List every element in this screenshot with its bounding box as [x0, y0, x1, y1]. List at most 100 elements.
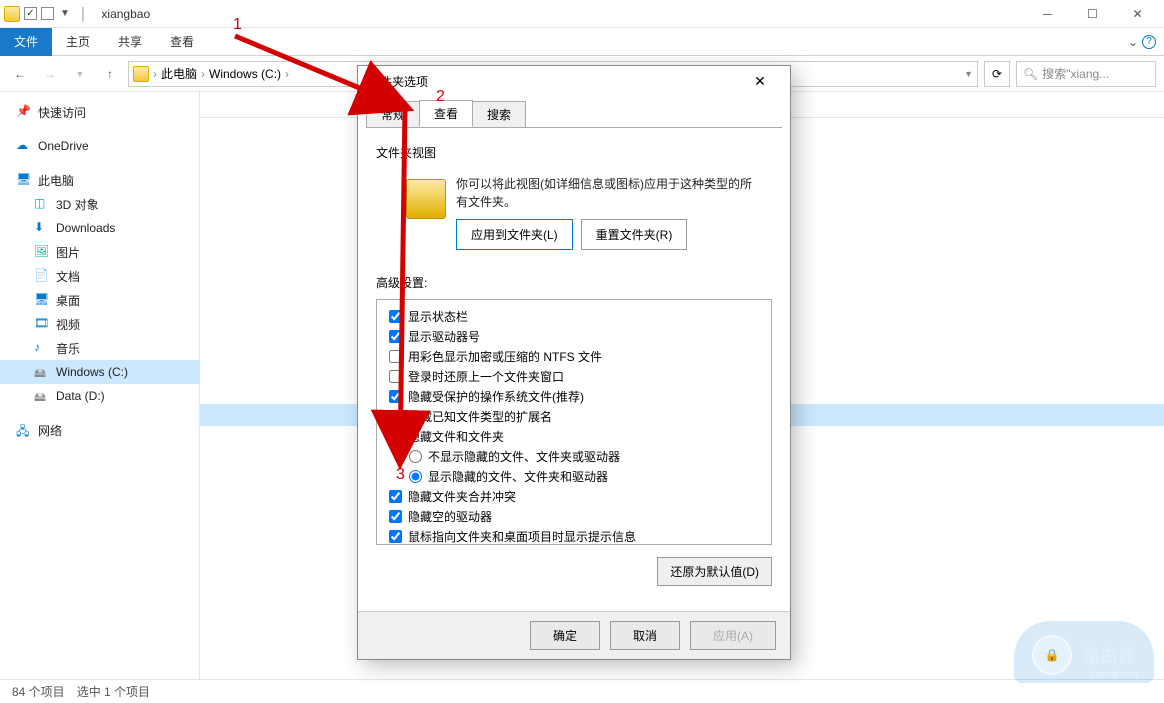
- checkbox[interactable]: [389, 530, 402, 543]
- sidebar-item-label: 音乐: [56, 340, 80, 357]
- nav-forward-button[interactable]: →: [38, 62, 62, 86]
- advanced-settings-tree[interactable]: 显示状态栏显示驱动器号用彩色显示加密或压缩的 NTFS 文件登录时还原上一个文件…: [376, 299, 772, 545]
- status-selected-count: 选中 1 个项目: [77, 683, 150, 700]
- settings-option[interactable]: 用彩色显示加密或压缩的 NTFS 文件: [385, 346, 763, 366]
- ribbon-tab-share[interactable]: 共享: [104, 28, 156, 56]
- breadcrumb[interactable]: 此电脑: [157, 65, 201, 82]
- settings-option[interactable]: 显示状态栏: [385, 306, 763, 326]
- ribbon-tab-home[interactable]: 主页: [52, 28, 104, 56]
- watermark: 🔒 路由器 juyouqi.com: [1014, 621, 1154, 683]
- search-placeholder: 搜索"xiang...: [1042, 65, 1109, 82]
- checkbox[interactable]: [389, 390, 402, 403]
- status-bar: 84 个项目 选中 1 个项目: [0, 679, 1164, 703]
- sidebar-item-label: 视频: [56, 316, 80, 333]
- refresh-button[interactable]: ⟳: [984, 61, 1010, 87]
- sidebar-item-documents[interactable]: 📄文档: [0, 264, 199, 288]
- ribbon-tab-view[interactable]: 查看: [156, 28, 208, 56]
- checkbox[interactable]: [389, 370, 402, 383]
- sidebar-item-label: Windows (C:): [56, 365, 128, 379]
- dialog-tab-view[interactable]: 查看: [419, 100, 473, 127]
- checkbox[interactable]: [389, 510, 402, 523]
- checkbox[interactable]: [389, 490, 402, 503]
- sidebar-item-label: Data (D:): [56, 389, 105, 403]
- radio[interactable]: [409, 450, 422, 463]
- option-label: 显示状态栏: [408, 308, 468, 325]
- pc-icon: 🖥: [16, 172, 32, 188]
- sidebar-item-network[interactable]: 🖧网络: [0, 418, 199, 442]
- drive-icon: 🖴: [34, 388, 50, 404]
- settings-option[interactable]: 登录时还原上一个文件夹窗口: [385, 366, 763, 386]
- dialog-title-bar[interactable]: 文件夹选项 ✕: [358, 66, 790, 96]
- settings-option[interactable]: 鼠标指向文件夹和桌面项目时显示提示信息: [385, 526, 763, 545]
- sidebar-item-drive-d[interactable]: 🖴 Data (D:): [0, 384, 199, 408]
- close-button[interactable]: ✕: [1115, 0, 1160, 28]
- picture-icon: 🖼: [34, 244, 50, 260]
- dialog-tab-search[interactable]: 搜索: [472, 101, 526, 128]
- music-icon: ♪: [34, 340, 50, 356]
- settings-option[interactable]: 隐藏已知文件类型的扩展名: [385, 406, 763, 426]
- settings-option[interactable]: 显示驱动器号: [385, 326, 763, 346]
- option-label: 隐藏文件和文件夹: [408, 428, 504, 445]
- video-icon: 🎞: [34, 316, 50, 332]
- sidebar-item-pc[interactable]: 🖥 此电脑: [0, 168, 199, 192]
- settings-option[interactable]: 隐藏空的驱动器: [385, 506, 763, 526]
- checkbox[interactable]: [389, 410, 402, 423]
- sidebar-item-label: 3D 对象: [56, 196, 99, 213]
- search-input[interactable]: 🔍︎ 搜索"xiang...: [1016, 61, 1156, 87]
- chevron-right-icon[interactable]: ›: [285, 67, 289, 81]
- sidebar-item-music[interactable]: ♪ 音乐: [0, 336, 199, 360]
- nav-up-button[interactable]: ↑: [98, 62, 122, 86]
- sidebar-item-label: 此电脑: [38, 172, 74, 189]
- sidebar-item-downloads[interactable]: ⬇Downloads: [0, 216, 199, 240]
- apply-button[interactable]: 应用(A): [690, 621, 776, 650]
- checkbox[interactable]: [389, 350, 402, 363]
- settings-option[interactable]: 隐藏文件夹合并冲突: [385, 486, 763, 506]
- qat-prop-checkbox[interactable]: [24, 7, 37, 20]
- ok-button[interactable]: 确定: [530, 621, 600, 650]
- sidebar-item-label: 网络: [38, 422, 62, 439]
- settings-option[interactable]: 隐藏文件和文件夹: [385, 426, 763, 446]
- sidebar-item-onedrive[interactable]: ☁OneDrive: [0, 134, 199, 158]
- checkbox[interactable]: [389, 330, 402, 343]
- option-label: 隐藏空的驱动器: [408, 508, 492, 525]
- option-label: 用彩色显示加密或压缩的 NTFS 文件: [408, 348, 602, 365]
- radio[interactable]: [409, 470, 422, 483]
- sidebar-item-pictures[interactable]: 🖼 图片: [0, 240, 199, 264]
- sidebar-item-label: 图片: [56, 244, 80, 261]
- cube-icon: ◫: [34, 196, 50, 212]
- maximize-button[interactable]: ☐: [1070, 0, 1115, 28]
- apply-to-folders-button[interactable]: 应用到文件夹(L): [456, 219, 573, 250]
- settings-option[interactable]: 不显示隐藏的文件、文件夹或驱动器: [385, 446, 763, 466]
- breadcrumb[interactable]: Windows (C:): [205, 67, 285, 81]
- status-item-count: 84 个项目: [12, 683, 65, 700]
- settings-option[interactable]: 显示隐藏的文件、文件夹和驱动器: [385, 466, 763, 486]
- chevron-down-icon[interactable]: ▼: [68, 62, 92, 86]
- reset-folders-button[interactable]: 重置文件夹(R): [581, 219, 688, 250]
- chevron-down-icon[interactable]: ▼: [964, 69, 973, 79]
- qat-new-checkbox[interactable]: [41, 7, 54, 20]
- cancel-button[interactable]: 取消: [610, 621, 680, 650]
- minimize-button[interactable]: ─: [1025, 0, 1070, 28]
- option-label: 显示驱动器号: [408, 328, 480, 345]
- chevron-down-icon[interactable]: ⌄: [1128, 35, 1138, 49]
- folder-views-label: 文件夹视图: [376, 144, 772, 161]
- settings-option[interactable]: 隐藏受保护的操作系统文件(推荐): [385, 386, 763, 406]
- download-icon: ⬇: [34, 220, 50, 236]
- sidebar-item-videos[interactable]: 🎞 视频: [0, 312, 199, 336]
- checkbox[interactable]: [389, 310, 402, 323]
- restore-defaults-button[interactable]: 还原为默认值(D): [657, 557, 772, 586]
- dialog-body: 文件夹视图 你可以将此视图(如详细信息或图标)应用于这种类型的所有文件夹。 应用…: [366, 127, 782, 611]
- dialog-close-button[interactable]: ✕: [740, 67, 780, 95]
- option-label: 隐藏受保护的操作系统文件(推荐): [408, 388, 584, 405]
- dialog-tab-general[interactable]: 常规: [366, 101, 420, 128]
- nav-back-button[interactable]: ←: [8, 62, 32, 86]
- sidebar-item-3d[interactable]: ◫ 3D 对象: [0, 192, 199, 216]
- help-icon[interactable]: ?: [1142, 35, 1156, 49]
- sidebar-item-drive-c[interactable]: 🖴Windows (C:): [0, 360, 199, 384]
- ribbon-file-tab[interactable]: 文件: [0, 28, 52, 56]
- sidebar-item-label: OneDrive: [38, 139, 89, 153]
- chevron-down-icon[interactable]: ▼: [60, 8, 70, 19]
- sidebar-item-quick-access[interactable]: 📌快速访问: [0, 100, 199, 124]
- option-label: 显示隐藏的文件、文件夹和驱动器: [428, 468, 608, 485]
- sidebar-item-desktop[interactable]: 🖥桌面: [0, 288, 199, 312]
